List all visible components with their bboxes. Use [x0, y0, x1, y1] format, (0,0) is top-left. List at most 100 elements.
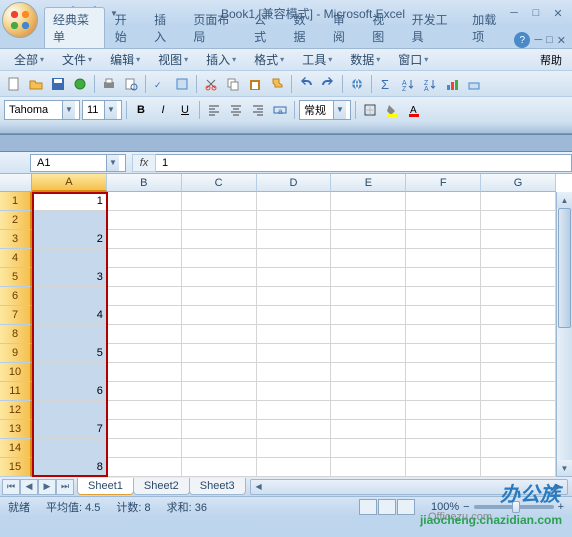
- cell[interactable]: [107, 230, 182, 249]
- cell[interactable]: [107, 325, 182, 344]
- cell[interactable]: [406, 287, 481, 306]
- row-header[interactable]: 15: [0, 458, 32, 477]
- print-preview-icon[interactable]: [121, 74, 141, 94]
- cell[interactable]: [481, 325, 556, 344]
- borders-button[interactable]: [360, 100, 380, 120]
- fx-button[interactable]: fx: [132, 154, 156, 172]
- column-header[interactable]: C: [182, 174, 257, 192]
- cell[interactable]: [481, 363, 556, 382]
- cell[interactable]: [331, 192, 406, 211]
- cell[interactable]: [331, 363, 406, 382]
- scroll-right-icon[interactable]: ▶: [551, 480, 567, 494]
- cell[interactable]: [406, 439, 481, 458]
- cell[interactable]: [406, 325, 481, 344]
- open-icon[interactable]: [26, 74, 46, 94]
- cell[interactable]: [182, 458, 257, 477]
- ribbon-tab-0[interactable]: 经典菜单: [44, 7, 105, 48]
- sheet-nav-next[interactable]: ▶: [38, 479, 56, 495]
- column-header[interactable]: F: [406, 174, 481, 192]
- row-header[interactable]: 4: [0, 249, 32, 268]
- cell[interactable]: [182, 363, 257, 382]
- cell[interactable]: [257, 211, 332, 230]
- cell[interactable]: [182, 344, 257, 363]
- cell[interactable]: [481, 249, 556, 268]
- column-header[interactable]: A: [32, 174, 107, 192]
- vertical-scrollbar[interactable]: ▲ ▼: [556, 192, 572, 476]
- cell[interactable]: [107, 439, 182, 458]
- cell[interactable]: [107, 458, 182, 477]
- sheet-tab[interactable]: Sheet1: [77, 478, 134, 495]
- cell[interactable]: [331, 230, 406, 249]
- row-header[interactable]: 12: [0, 401, 32, 420]
- cell[interactable]: [107, 306, 182, 325]
- name-box[interactable]: A1▼: [30, 154, 126, 172]
- close-button[interactable]: ✕: [548, 5, 568, 21]
- cell[interactable]: 8: [32, 458, 107, 477]
- zoom-in-button[interactable]: +: [558, 501, 564, 513]
- align-right-button[interactable]: [248, 100, 268, 120]
- cell[interactable]: [257, 249, 332, 268]
- menu-help[interactable]: 帮助: [540, 52, 566, 68]
- column-header[interactable]: G: [481, 174, 556, 192]
- cell[interactable]: [257, 306, 332, 325]
- font-color-button[interactable]: A: [404, 100, 424, 120]
- spelling-icon[interactable]: ✓: [150, 74, 170, 94]
- menu-1[interactable]: 文件 ▾: [54, 49, 100, 70]
- column-header[interactable]: B: [107, 174, 182, 192]
- cell[interactable]: [32, 401, 107, 420]
- ribbon-tab-6[interactable]: 审阅: [325, 8, 362, 48]
- number-format-selector[interactable]: 常规▼: [299, 100, 351, 120]
- cell[interactable]: [107, 268, 182, 287]
- cell[interactable]: [257, 439, 332, 458]
- cell[interactable]: [182, 401, 257, 420]
- cell[interactable]: [32, 439, 107, 458]
- ribbon-tab-5[interactable]: 数据: [285, 8, 322, 48]
- row-header[interactable]: 13: [0, 420, 32, 439]
- underline-button[interactable]: U: [175, 100, 195, 120]
- office-button[interactable]: [2, 2, 38, 38]
- menu-5[interactable]: 格式 ▾: [246, 49, 292, 70]
- doc-close-button[interactable]: ✕: [557, 34, 566, 47]
- cell[interactable]: [182, 420, 257, 439]
- cell[interactable]: [406, 344, 481, 363]
- chart-icon[interactable]: [442, 74, 462, 94]
- row-header[interactable]: 5: [0, 268, 32, 287]
- cell[interactable]: [481, 439, 556, 458]
- view-pagebreak-button[interactable]: [397, 499, 415, 515]
- cell[interactable]: [32, 363, 107, 382]
- ribbon-tab-2[interactable]: 插入: [146, 8, 183, 48]
- cell[interactable]: [481, 458, 556, 477]
- row-header[interactable]: 10: [0, 363, 32, 382]
- cell[interactable]: [32, 287, 107, 306]
- row-header[interactable]: 8: [0, 325, 32, 344]
- cell[interactable]: [107, 420, 182, 439]
- cell[interactable]: [481, 382, 556, 401]
- cell[interactable]: [481, 192, 556, 211]
- horizontal-scrollbar[interactable]: ◀ ▶: [250, 479, 568, 495]
- column-header[interactable]: E: [331, 174, 406, 192]
- zoom-slider[interactable]: [474, 505, 554, 509]
- cell[interactable]: 4: [32, 306, 107, 325]
- cell[interactable]: [331, 249, 406, 268]
- cell[interactable]: [481, 344, 556, 363]
- cell[interactable]: [406, 401, 481, 420]
- cell[interactable]: [182, 211, 257, 230]
- cell[interactable]: [331, 306, 406, 325]
- cell[interactable]: [481, 401, 556, 420]
- row-header[interactable]: 3: [0, 230, 32, 249]
- cell[interactable]: [107, 363, 182, 382]
- cell[interactable]: [32, 211, 107, 230]
- cell[interactable]: [107, 249, 182, 268]
- copy-icon[interactable]: [223, 74, 243, 94]
- sheet-nav-first[interactable]: ⏮: [2, 479, 20, 495]
- column-header[interactable]: D: [257, 174, 332, 192]
- cell[interactable]: [331, 344, 406, 363]
- bold-button[interactable]: B: [131, 100, 151, 120]
- drawing-icon[interactable]: [464, 74, 484, 94]
- cell[interactable]: [406, 363, 481, 382]
- menu-6[interactable]: 工具 ▾: [294, 49, 340, 70]
- cell[interactable]: [257, 420, 332, 439]
- sheet-nav-prev[interactable]: ◀: [20, 479, 38, 495]
- undo-icon[interactable]: [296, 74, 316, 94]
- cell[interactable]: 6: [32, 382, 107, 401]
